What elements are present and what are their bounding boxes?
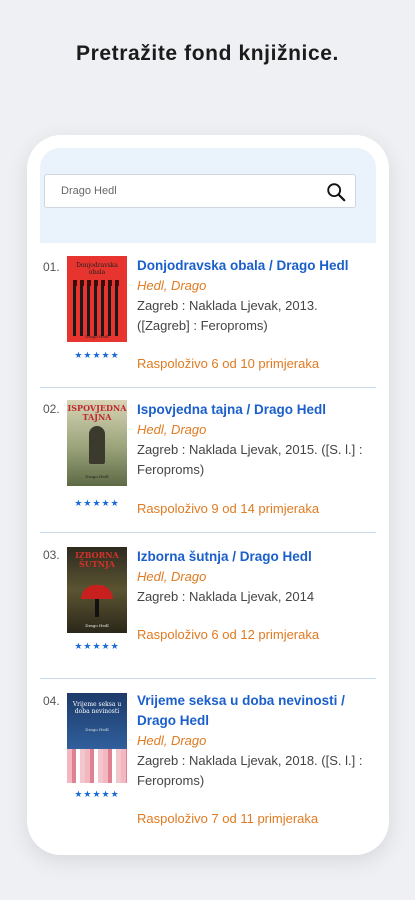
item-number: 02. bbox=[43, 402, 60, 416]
book-publisher: Zagreb : Naklada Ljevak, 2018. ([S. l.] … bbox=[137, 753, 363, 788]
book-cover[interactable]: Donjodravska obala Drago Hedl bbox=[67, 256, 127, 342]
search-input-value: Drago Hedl bbox=[61, 185, 117, 197]
list-item[interactable]: 01. Donjodravska obala Drago Hedl ★★★★★ … bbox=[40, 242, 376, 388]
book-title-link[interactable]: Izborna šutnja / Drago Hedl bbox=[137, 547, 373, 567]
cover-skyline bbox=[67, 749, 127, 783]
cover-author: Drago Hedl bbox=[85, 623, 109, 628]
book-title-link[interactable]: Ispovjedna tajna / Drago Hedl bbox=[137, 400, 373, 420]
cover-title: Vrijeme seksa u doba nevinosti bbox=[72, 701, 122, 715]
book-cover[interactable]: IZBORNA ŠUTNJA Drago Hedl bbox=[67, 547, 127, 633]
cover-title: Donjodravska obala bbox=[76, 262, 118, 276]
book-title-link[interactable]: Donjodravska obala / Drago Hedl bbox=[137, 256, 373, 276]
list-item[interactable]: 04. Vrijeme seksa u doba nevinosti Drago… bbox=[40, 679, 376, 849]
cover-figure bbox=[95, 599, 99, 617]
search-input[interactable]: Drago Hedl bbox=[44, 174, 356, 208]
matches-illustration bbox=[73, 284, 121, 336]
book-cover[interactable]: ISPOVJEDNA TAJNA Drago Hedl bbox=[67, 400, 127, 486]
book-title-link[interactable]: Vrijeme seksa u doba nevinosti / Drago H… bbox=[137, 691, 373, 731]
list-item[interactable]: 02. ISPOVJEDNA TAJNA Drago Hedl ★★★★★ Is… bbox=[40, 388, 376, 533]
book-publisher: Zagreb : Naklada Ljevak, 2013. ([Zagreb]… bbox=[137, 298, 318, 333]
book-author: Hedl, Drago bbox=[137, 733, 207, 748]
cover-umbrella bbox=[81, 585, 113, 599]
cover-author: Drago Hedl bbox=[85, 727, 109, 732]
cover-title: ISPOVJEDNA TAJNA bbox=[67, 403, 127, 422]
cover-figure bbox=[89, 426, 105, 464]
page-headline: Pretražite fond knjižnice. bbox=[76, 42, 339, 65]
list-item[interactable]: 03. IZBORNA ŠUTNJA Drago Hedl ★★★★★ Izbo… bbox=[40, 533, 376, 679]
book-author: Hedl, Drago bbox=[137, 569, 207, 584]
rating-stars: ★★★★★ bbox=[74, 350, 120, 360]
rating-stars: ★★★★★ bbox=[74, 789, 120, 799]
cover-author: Drago Hedl bbox=[85, 334, 109, 339]
book-author: Hedl, Drago bbox=[137, 278, 207, 293]
book-publisher: Zagreb : Naklada Ljevak, 2015. ([S. l.] … bbox=[137, 442, 363, 477]
availability-status: Raspoloživo 6 od 10 primjeraka bbox=[137, 356, 320, 371]
book-author: Hedl, Drago bbox=[137, 422, 207, 437]
cover-author: Drago Hedl bbox=[85, 474, 109, 479]
match-heads bbox=[73, 280, 121, 286]
cover-title: IZBORNA ŠUTNJA bbox=[75, 550, 119, 569]
rating-stars: ★★★★★ bbox=[74, 641, 120, 651]
availability-status: Raspoloživo 9 od 14 primjeraka bbox=[137, 501, 320, 516]
results-list: 01. Donjodravska obala Drago Hedl ★★★★★ … bbox=[40, 242, 376, 849]
book-publisher: Zagreb : Naklada Ljevak, 2014 bbox=[137, 589, 315, 604]
availability-status: Raspoloživo 6 od 12 primjeraka bbox=[137, 627, 320, 642]
item-number: 04. bbox=[43, 694, 60, 708]
book-cover[interactable]: Vrijeme seksa u doba nevinosti Drago Hed… bbox=[67, 693, 127, 783]
item-number: 03. bbox=[43, 548, 60, 562]
availability-status: Raspoloživo 7 od 11 primjeraka bbox=[137, 811, 319, 826]
rating-stars: ★★★★★ bbox=[74, 498, 120, 508]
search-icon[interactable] bbox=[325, 181, 347, 203]
item-number: 01. bbox=[43, 260, 60, 274]
